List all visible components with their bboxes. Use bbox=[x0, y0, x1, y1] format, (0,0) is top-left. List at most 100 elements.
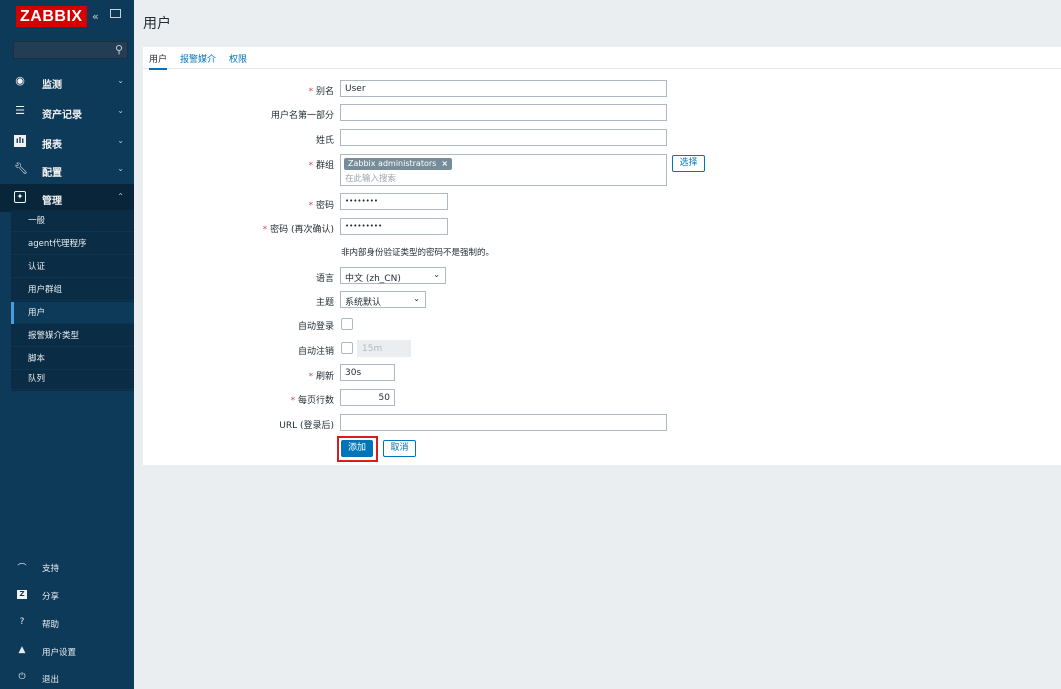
password-input[interactable]: •••••••• bbox=[340, 193, 448, 210]
required-mark: * bbox=[290, 396, 296, 406]
password-confirm-input[interactable]: ••••••••• bbox=[340, 218, 448, 235]
sidebar-share[interactable]: Z 分享 bbox=[0, 585, 134, 607]
theme-label: 主题 bbox=[315, 298, 334, 308]
required-mark: * bbox=[308, 372, 314, 382]
password-label-text: 密码 bbox=[315, 201, 334, 211]
rows-per-page-label: * 每页行数 bbox=[143, 393, 334, 406]
refresh-input[interactable]: 30s bbox=[340, 364, 395, 381]
add-button[interactable]: 添加 bbox=[341, 440, 373, 457]
chevron-down-icon: ⌄ bbox=[117, 106, 124, 115]
sidebar-header: ZABBIX « bbox=[0, 0, 134, 41]
share-label: 分享 bbox=[42, 592, 60, 602]
chevron-down-icon: ⌄ bbox=[117, 136, 124, 145]
menu-reports[interactable]: ılı 报表 ⌄ bbox=[0, 128, 134, 156]
wrench-icon: 🔧︎ bbox=[14, 162, 28, 175]
sidebar: ZABBIX « ⚲ ◉ 监测 ⌄ ☰ 资产记录 ⌄ ılı 报表 ⌄ 🔧︎ 配… bbox=[0, 0, 134, 689]
sidebar-support[interactable]: ⌒ 支持 bbox=[0, 557, 134, 579]
submenu-item-user-groups[interactable]: 用户群组 bbox=[11, 279, 134, 301]
theme-select[interactable]: 系统默认 ⌄ bbox=[340, 291, 426, 308]
alias-input[interactable]: User bbox=[340, 80, 667, 97]
autologout-input: 15m bbox=[357, 340, 411, 357]
zabbix-logo[interactable]: ZABBIX bbox=[16, 6, 87, 27]
required-mark: * bbox=[262, 225, 268, 235]
group-tag: Zabbix administrators × bbox=[344, 158, 453, 170]
submenu-item-users[interactable]: 用户 bbox=[11, 302, 134, 324]
page-title: 用户 bbox=[143, 16, 171, 32]
submenu-item-queue[interactable]: 队列 bbox=[11, 368, 134, 390]
sidebar-help[interactable]: ? 帮助 bbox=[0, 613, 134, 635]
remove-tag-icon[interactable]: × bbox=[441, 159, 448, 168]
language-value: 中文 (zh_CN) bbox=[345, 274, 401, 284]
power-icon: ⏻ bbox=[18, 672, 26, 682]
alias-label-text: 别名 bbox=[315, 87, 334, 97]
submenu-item-proxies[interactable]: agent代理程序 bbox=[11, 233, 134, 255]
chevron-down-icon: ⌄ bbox=[117, 164, 124, 173]
kiosk-mode-icon[interactable] bbox=[110, 9, 121, 18]
menu-label: 管理 bbox=[42, 196, 62, 207]
password-confirm-label: * 密码 (再次确认) bbox=[143, 222, 334, 235]
password-note: 非内部身份验证类型的密码不是强制的。 bbox=[341, 248, 495, 258]
menu-monitoring[interactable]: ◉ 监测 ⌄ bbox=[0, 68, 134, 96]
required-mark: * bbox=[308, 87, 314, 97]
tab-bar: 用户 报警媒介 权限 bbox=[143, 47, 1061, 70]
help-label: 帮助 bbox=[42, 620, 60, 630]
search-icon[interactable]: ⚲ bbox=[115, 43, 123, 56]
support-icon: ⌒ bbox=[17, 564, 27, 574]
select-groups-button[interactable]: 选择 bbox=[672, 155, 705, 172]
autologout-label: 自动注销 bbox=[297, 347, 334, 357]
cancel-button[interactable]: 取消 bbox=[383, 440, 416, 457]
group-tag-label: Zabbix administrators bbox=[348, 159, 437, 168]
url-label: URL (登录后) bbox=[279, 421, 334, 431]
groups-multiselect[interactable]: Zabbix administrators × 在此输入搜索 bbox=[340, 154, 667, 186]
sidebar-search-input[interactable]: ⚲ bbox=[13, 41, 128, 59]
help-icon: ? bbox=[19, 617, 25, 627]
support-label: 支持 bbox=[42, 564, 60, 574]
tab-media[interactable]: 报警媒介 bbox=[180, 52, 216, 65]
surname-label: 姓氏 bbox=[315, 136, 334, 146]
submenu-item-media-types[interactable]: 报警媒介类型 bbox=[11, 325, 134, 347]
menu-administration[interactable]: ✦ 管理 ⌃ bbox=[0, 184, 134, 212]
autologin-label: 自动登录 bbox=[297, 322, 334, 332]
name-input[interactable] bbox=[340, 104, 667, 121]
rows-per-page-label-text: 每页行数 bbox=[297, 396, 334, 406]
chevron-down-icon: ⌄ bbox=[433, 270, 440, 279]
share-icon: Z bbox=[17, 590, 27, 599]
refresh-label-text: 刷新 bbox=[315, 372, 334, 382]
menu-label: 配置 bbox=[42, 168, 62, 179]
sidebar-user-settings[interactable]: ▲ 用户设置 bbox=[0, 641, 134, 663]
user-form-panel: 用户 报警媒介 权限 * 别名 User 用户名第一部分 姓氏 * 群组 Zab… bbox=[143, 47, 1061, 465]
collapse-sidebar-icon[interactable]: « bbox=[92, 10, 99, 23]
chevron-down-icon: ⌄ bbox=[413, 294, 420, 303]
user-icon: ▲ bbox=[18, 645, 26, 655]
submenu-item-general[interactable]: 一般 bbox=[11, 210, 134, 232]
required-mark: * bbox=[308, 161, 314, 171]
url-input[interactable] bbox=[340, 414, 667, 431]
submenu-item-authentication[interactable]: 认证 bbox=[11, 256, 134, 278]
eye-icon: ◉ bbox=[15, 74, 25, 87]
groups-search-placeholder[interactable]: 在此输入搜索 bbox=[345, 172, 396, 184]
chevron-up-icon: ⌃ bbox=[117, 192, 124, 201]
groups-label-text: 群组 bbox=[315, 161, 334, 171]
required-mark: * bbox=[308, 201, 314, 211]
menu-label: 资产记录 bbox=[42, 110, 82, 121]
submenu-item-scripts[interactable]: 脚本 bbox=[11, 348, 134, 370]
autologin-checkbox[interactable] bbox=[341, 318, 353, 330]
surname-input[interactable] bbox=[340, 129, 667, 146]
sidebar-signout[interactable]: ⏻ 退出 bbox=[0, 668, 134, 689]
name-label: 用户名第一部分 bbox=[270, 111, 334, 121]
autologout-checkbox[interactable] bbox=[341, 342, 353, 354]
password-label: * 密码 bbox=[143, 198, 334, 211]
gear-icon: ✦ bbox=[14, 191, 26, 203]
menu-inventory[interactable]: ☰ 资产记录 ⌄ bbox=[0, 98, 134, 126]
chevron-down-icon: ⌄ bbox=[117, 76, 124, 85]
list-icon: ☰ bbox=[15, 104, 25, 117]
language-label: 语言 bbox=[315, 274, 334, 284]
language-select[interactable]: 中文 (zh_CN) ⌄ bbox=[340, 267, 446, 284]
tab-user[interactable]: 用户 bbox=[149, 52, 168, 70]
rows-per-page-input[interactable]: 50 bbox=[340, 389, 395, 406]
alias-label: * 别名 bbox=[143, 84, 334, 97]
menu-configuration[interactable]: 🔧︎ 配置 ⌄ bbox=[0, 156, 134, 184]
signout-label: 退出 bbox=[42, 675, 60, 685]
tab-permissions[interactable]: 权限 bbox=[229, 52, 247, 65]
groups-label: * 群组 bbox=[143, 158, 334, 171]
